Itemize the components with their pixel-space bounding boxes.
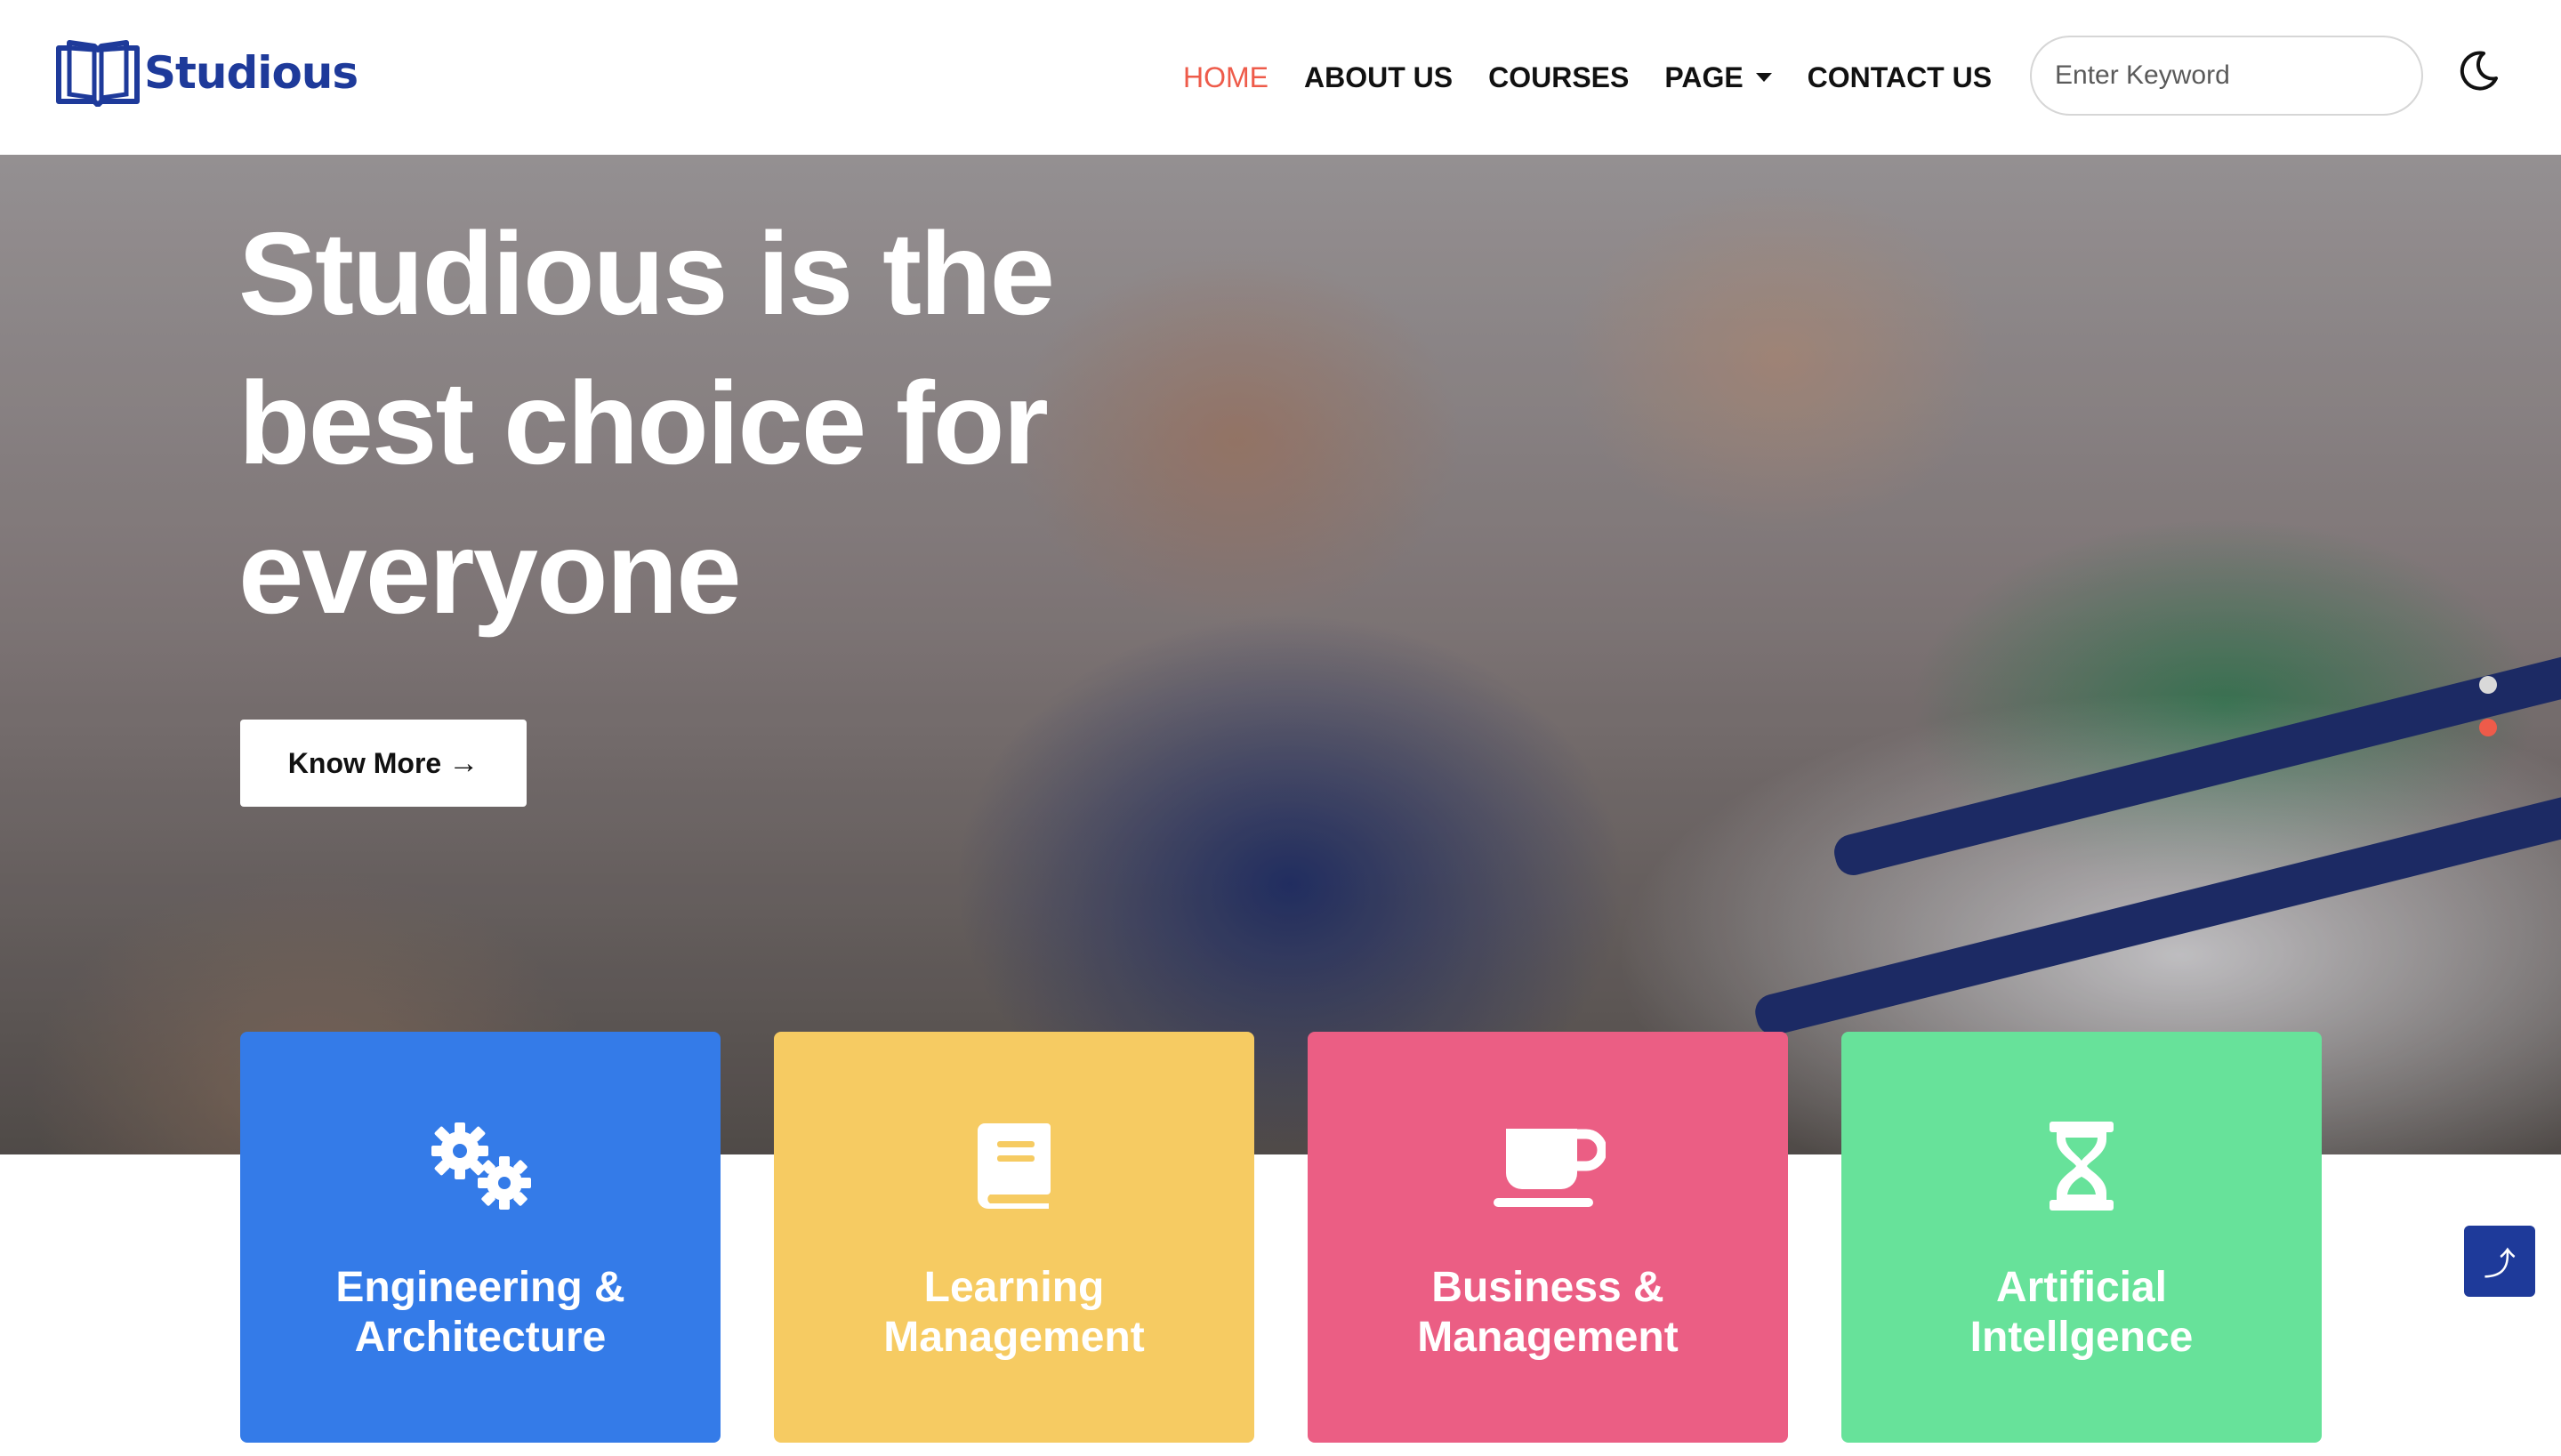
know-more-button[interactable]: Know More → xyxy=(240,720,527,807)
open-book-icon xyxy=(56,40,140,107)
hero-title: Studious is the best choice for everyone xyxy=(238,208,1055,638)
brand-name: Studious xyxy=(144,47,358,99)
nav-about-us[interactable]: ABOUT US xyxy=(1304,61,1453,94)
category-card-learning[interactable]: Learning Management xyxy=(774,1032,1254,1443)
main-nav: HOME ABOUT US COURSES PAGE CONTACT US xyxy=(1183,55,2027,100)
nav-home[interactable]: HOME xyxy=(1183,61,1268,94)
nav-page-label: PAGE xyxy=(1664,60,1744,93)
card-title: Engineering & Architecture xyxy=(335,1264,625,1361)
caret-down-icon xyxy=(1755,73,1772,82)
nav-contact-us[interactable]: CONTACT US xyxy=(1808,61,1992,94)
site-header: Studious HOME ABOUT US COURSES PAGE CONT… xyxy=(0,0,2561,155)
hourglass-icon xyxy=(2050,1122,2114,1211)
category-card-business[interactable]: Business & Management xyxy=(1308,1032,1788,1443)
nav-page-dropdown[interactable]: PAGE xyxy=(1664,60,1772,94)
nav-courses[interactable]: COURSES xyxy=(1488,61,1629,94)
search-input[interactable] xyxy=(2055,60,2398,91)
category-card-engineering[interactable]: Engineering & Architecture xyxy=(240,1032,721,1443)
card-title: Business & Management xyxy=(1417,1264,1679,1361)
arrow-right-icon: → xyxy=(448,745,479,780)
know-more-label: Know More xyxy=(287,746,442,779)
category-card-ai[interactable]: Artificial Intellgence xyxy=(1841,1032,2322,1443)
moon-icon[interactable] xyxy=(2457,50,2500,93)
coffee-cup-icon xyxy=(1494,1129,1606,1207)
gears-icon xyxy=(431,1122,531,1210)
book-icon xyxy=(978,1123,1051,1209)
slider-dot-2[interactable] xyxy=(2479,719,2497,736)
hero-slider: Studious is the best choice for everyone… xyxy=(0,155,2561,1154)
card-title: Learning Management xyxy=(883,1264,1145,1361)
card-title: Artificial Intellgence xyxy=(1969,1264,2194,1361)
arrow-up-icon: ⤴ xyxy=(2483,1246,2516,1283)
logo[interactable]: Studious xyxy=(55,39,358,107)
search-box xyxy=(2030,36,2423,116)
slider-dot-1[interactable] xyxy=(2479,676,2497,694)
scroll-to-top-button[interactable]: ⤴ xyxy=(2464,1226,2535,1297)
